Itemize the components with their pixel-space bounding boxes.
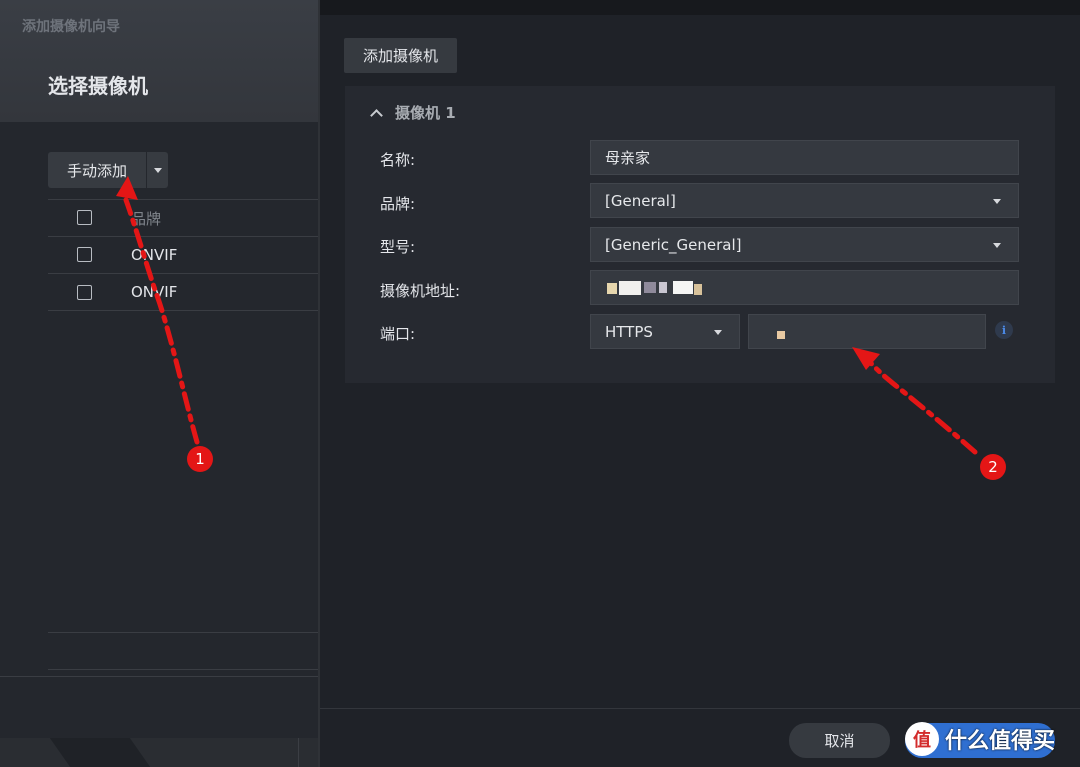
annotation-badge-2: 2 (980, 454, 1006, 480)
screen: 添加摄像机向导 选择摄像机 手动添加 品牌 ONVIF ONVIF 添加摄像机 … (0, 0, 1080, 767)
annotation-overlay (116, 176, 978, 455)
annotation-badge-1: 1 (187, 446, 213, 472)
annotation-arrow-2 (865, 357, 978, 455)
annotation-arrowhead-1 (116, 176, 138, 200)
annotation-arrow-1 (123, 197, 200, 445)
